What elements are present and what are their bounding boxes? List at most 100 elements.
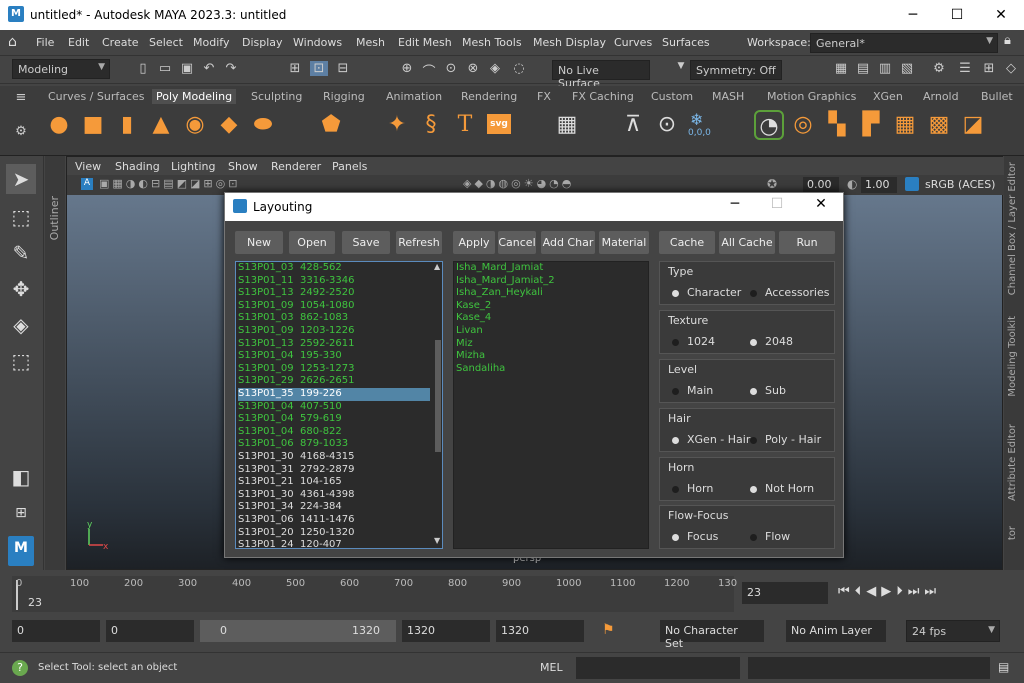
- poly-plane-icon[interactable]: ◆: [214, 110, 244, 140]
- new-button[interactable]: New: [235, 231, 283, 254]
- scene-list-item[interactable]: S13P01_03 428-562: [238, 262, 430, 275]
- shelf-tab-custom[interactable]: Custom: [651, 90, 693, 103]
- color-management-icon[interactable]: [905, 177, 919, 191]
- radio-horn[interactable]: Horn: [672, 482, 713, 495]
- scale-tool-icon[interactable]: ⬚: [6, 346, 36, 376]
- run-button[interactable]: Run: [779, 231, 835, 254]
- panel-menu-view[interactable]: View: [75, 160, 101, 173]
- command-line-input[interactable]: [576, 657, 740, 679]
- character-list-item[interactable]: Livan: [456, 325, 648, 338]
- menu-curves[interactable]: Curves: [614, 36, 652, 49]
- maximize-button[interactable]: ☐: [942, 5, 972, 25]
- modeling-toolkit-icon[interactable]: ☰: [956, 61, 974, 76]
- scene-list-item[interactable]: S13P01_30 4168-4315: [238, 451, 430, 464]
- undo-icon[interactable]: ↶: [200, 61, 218, 76]
- refresh-button[interactable]: Refresh: [396, 231, 442, 254]
- scene-list-item[interactable]: S13P01_29 2626-2651: [238, 375, 430, 388]
- live-surface-field[interactable]: No Live Surface: [552, 60, 650, 90]
- scene-list-item[interactable]: S13P01_11 3316-3346: [238, 275, 430, 288]
- gamma-field[interactable]: 1.00: [861, 177, 897, 193]
- channel-box-tab[interactable]: Channel Box / Layer Editor: [1007, 162, 1018, 295]
- menu-windows[interactable]: Windows: [293, 36, 342, 49]
- save-scene-icon[interactable]: ▣: [178, 61, 196, 76]
- panel-menu-show[interactable]: Show: [228, 160, 258, 173]
- scene-list-item[interactable]: S13P01_34 224-384: [238, 501, 430, 514]
- poly-disc-icon[interactable]: ⬬: [248, 110, 278, 140]
- snap-curve-icon[interactable]: ⌒: [420, 61, 438, 80]
- scene-list-item[interactable]: S13P01_06 1411-1476: [238, 514, 430, 527]
- scene-list-item[interactable]: S13P01_04 680-822: [238, 426, 430, 439]
- svg-icon[interactable]: svg: [487, 114, 511, 134]
- menu-edit[interactable]: Edit: [68, 36, 89, 49]
- poly-text-icon[interactable]: T: [450, 110, 480, 140]
- anim-end-field[interactable]: 1320: [402, 620, 490, 642]
- radio-main[interactable]: Main: [672, 384, 713, 397]
- scene-list-item[interactable]: S13P01_21 104-165: [238, 476, 430, 489]
- radio-flow[interactable]: Flow: [750, 530, 790, 543]
- separate-icon[interactable]: ◎: [788, 110, 818, 140]
- snap-point-icon[interactable]: ⊙: [442, 61, 460, 76]
- select-tool-icon[interactable]: ➤: [6, 164, 36, 194]
- cache-button[interactable]: Cache: [659, 231, 715, 254]
- character-list-item[interactable]: Sandaliha: [456, 363, 648, 376]
- menu-mesh-tools[interactable]: Mesh Tools: [462, 36, 522, 49]
- select-hierarchy-icon[interactable]: ⊞: [286, 61, 304, 76]
- freeze-transforms-icon[interactable]: ❄: [690, 110, 703, 129]
- move-tool-icon[interactable]: ✥: [6, 274, 36, 304]
- colorspace-label[interactable]: sRGB (ACES): [925, 178, 995, 191]
- maya-logo-icon[interactable]: M: [8, 536, 34, 566]
- channel-box-icon[interactable]: ◇: [1002, 61, 1020, 76]
- platonic-solid-icon[interactable]: ⬟: [316, 110, 346, 140]
- tool-settings-tab[interactable]: tor: [1007, 526, 1018, 540]
- poly-cube-icon[interactable]: ■: [78, 110, 108, 140]
- time-slider[interactable]: 23 0 100 200 300 400 500 600 700 800 900…: [0, 576, 1024, 614]
- character-list-item[interactable]: Isha_Mard_Jamiat: [456, 262, 648, 275]
- boolean-icon[interactable]: ▛: [856, 110, 886, 140]
- menu-surfaces[interactable]: Surfaces: [662, 36, 710, 49]
- radio-1024[interactable]: 1024: [672, 335, 715, 348]
- range-slider[interactable]: 0 1320: [200, 620, 396, 642]
- dialog-minimize-button[interactable]: ─: [721, 196, 749, 212]
- shelf-tab-mash[interactable]: MASH: [712, 90, 744, 103]
- scene-list-item[interactable]: S13P01_09 1054-1080: [238, 300, 430, 313]
- shading-mode-icons[interactable]: ◈◆◑◍◎☀◕◔◓: [463, 177, 574, 190]
- cancel-button[interactable]: Cancel: [498, 231, 536, 254]
- character-list-item[interactable]: Miz: [456, 338, 648, 351]
- menu-create[interactable]: Create: [102, 36, 139, 49]
- scene-list-item[interactable]: S13P01_13 2492-2520: [238, 287, 430, 300]
- workspace-dropdown[interactable]: General* ▼: [810, 33, 998, 53]
- menu-mesh[interactable]: Mesh: [356, 36, 385, 49]
- panel-menu-lighting[interactable]: Lighting: [171, 160, 215, 173]
- minimize-button[interactable]: ─: [898, 5, 928, 25]
- playback-controls[interactable]: ⏮⏴◀▶⏵⏭⏭: [838, 584, 941, 599]
- scene-list-item[interactable]: S13P01_03 862-1083: [238, 312, 430, 325]
- auto-key-icon[interactable]: ⚑: [602, 622, 615, 638]
- shelf-tab-curves-surfaces[interactable]: Curves / Surfaces: [48, 90, 145, 103]
- radio-poly-hair[interactable]: Poly - Hair: [750, 433, 821, 446]
- radio-accessories[interactable]: Accessories: [750, 286, 829, 299]
- measure-tool-icon[interactable]: ⊼: [618, 110, 648, 140]
- menu-select[interactable]: Select: [149, 36, 183, 49]
- lock-icon[interactable]: 🔒︎: [1004, 33, 1011, 48]
- snap-surface-icon[interactable]: ◈: [486, 61, 504, 76]
- character-set-field[interactable]: No Character Set: [660, 620, 764, 650]
- panel-menu-shading[interactable]: Shading: [115, 160, 160, 173]
- character-list-item[interactable]: Mizha: [456, 350, 648, 363]
- redo-icon[interactable]: ↷: [222, 61, 240, 76]
- help-icon[interactable]: ?: [12, 660, 28, 676]
- uv-editor-icon[interactable]: ▦: [552, 110, 582, 140]
- single-layout-icon[interactable]: ◧: [6, 462, 36, 492]
- extract-icon[interactable]: ▚: [822, 110, 852, 140]
- character-list-item[interactable]: Kase_4: [456, 312, 648, 325]
- menu-mesh-display[interactable]: Mesh Display: [533, 36, 606, 49]
- shelf-tab-poly-modeling[interactable]: Poly Modeling: [152, 89, 237, 104]
- four-layout-icon[interactable]: ⊞: [6, 498, 36, 528]
- menu-file[interactable]: File: [36, 36, 54, 49]
- lasso-tool-icon[interactable]: ⬚: [6, 202, 36, 232]
- script-lang-label[interactable]: MEL: [540, 661, 563, 674]
- mirror-icon[interactable]: ▩: [924, 110, 954, 140]
- character-list[interactable]: Isha_Mard_Jamiat Isha_Mard_Jamiat_2 Isha_Z…: [453, 261, 649, 549]
- new-scene-icon[interactable]: ▯: [134, 61, 152, 76]
- character-list-item[interactable]: Isha_Mard_Jamiat_2: [456, 275, 648, 288]
- current-frame-field[interactable]: 23: [742, 582, 828, 604]
